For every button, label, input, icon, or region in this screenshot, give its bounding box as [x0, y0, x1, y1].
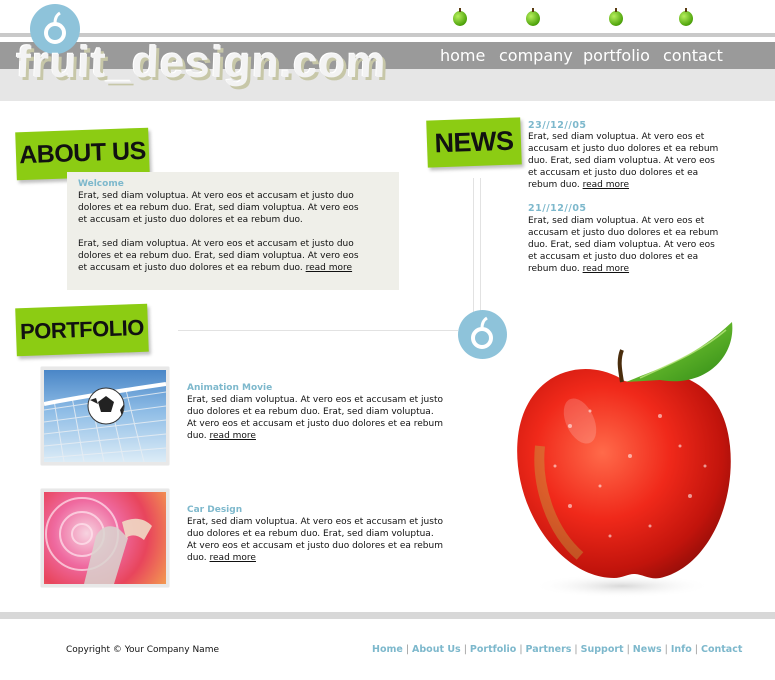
news-2-read-more-link[interactable]: read more — [583, 264, 629, 274]
main-nav: home company portfolio contact — [440, 44, 740, 68]
footer-link-contact[interactable]: Contact — [701, 644, 742, 655]
footer-nav: Home | About Us | Portfolio | Partners | Support… — [372, 644, 742, 655]
portfolio-heading: PORTFOLIO — [19, 314, 145, 345]
footer-link-news[interactable]: News — [633, 644, 662, 655]
footer-divider — [0, 612, 775, 619]
portfolio-thumb-animation[interactable] — [41, 367, 169, 465]
nav-home[interactable]: home — [440, 46, 485, 65]
portfolio-title-car[interactable]: Car Design — [187, 504, 242, 516]
news-1-read-more-link[interactable]: read more — [583, 180, 629, 190]
portfolio-badge: PORTFOLIO — [15, 303, 149, 357]
site-logo-text[interactable]: fruit_design.com — [15, 38, 387, 88]
green-apple-icon — [453, 8, 467, 26]
footer-link-info[interactable]: Info — [671, 644, 692, 655]
portfolio-car-read-more-link[interactable]: read more — [210, 553, 256, 563]
green-apple-icon — [609, 8, 623, 26]
about-paragraph-1: Erat, sed diam voluptua. At vero eos et … — [78, 191, 359, 225]
about-read-more-link[interactable]: read more — [306, 263, 352, 273]
red-apple-image — [510, 316, 750, 606]
footer-separator: | — [664, 644, 668, 655]
news-date-2: 21//12//05 — [528, 203, 587, 214]
nav-contact[interactable]: contact — [663, 46, 723, 65]
footer-link-about-us[interactable]: About Us — [412, 644, 461, 655]
vertical-divider — [473, 178, 481, 312]
news-item-1: Erat, sed diam voluptua. At vero eos et … — [528, 131, 724, 191]
news-date-1: 23//12//05 — [528, 120, 587, 131]
news-item-2: Erat, sed diam voluptua. At vero eos et … — [528, 215, 724, 275]
nav-company[interactable]: company — [499, 46, 573, 65]
about-paragraph-2: Erat, sed diam voluptua. At vero eos et … — [78, 238, 370, 274]
news-heading: NEWS — [433, 125, 514, 159]
green-apple-icon — [679, 8, 693, 26]
horizontal-divider — [178, 330, 458, 331]
footer-link-partners[interactable]: Partners — [526, 644, 572, 655]
header-top-line — [0, 33, 775, 37]
apple-logo-icon — [458, 310, 507, 359]
footer-separator: | — [626, 644, 630, 655]
about-welcome-title[interactable]: Welcome — [78, 178, 124, 190]
footer-separator: | — [694, 644, 698, 655]
about-us-heading: ABOUT US — [18, 136, 147, 170]
green-apple-icon — [526, 8, 540, 26]
footer-separator: | — [574, 644, 578, 655]
footer-separator: | — [519, 644, 523, 655]
footer-link-home[interactable]: Home — [372, 644, 403, 655]
news-badge: NEWS — [426, 117, 522, 168]
portfolio-item-car: Erat, sed diam voluptua. At vero eos et … — [187, 516, 443, 564]
footer-link-support[interactable]: Support — [581, 644, 624, 655]
portfolio-item-animation: Erat, sed diam voluptua. At vero eos et … — [187, 394, 443, 442]
copyright-text: Copyright © Your Company Name — [66, 645, 219, 655]
nav-portfolio[interactable]: portfolio — [583, 46, 650, 65]
portfolio-title-animation[interactable]: Animation Movie — [187, 382, 272, 394]
portfolio-thumb-car[interactable] — [41, 489, 169, 587]
footer-separator: | — [405, 644, 410, 655]
portfolio-animation-read-more-link[interactable]: read more — [210, 431, 256, 441]
footer-link-portfolio[interactable]: Portfolio — [470, 644, 516, 655]
footer-separator: | — [463, 644, 467, 655]
